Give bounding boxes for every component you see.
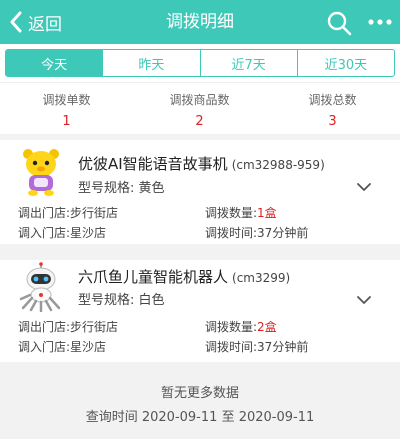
out-store-label: 调出门店: [18, 320, 71, 334]
chevron-down-icon[interactable] [356, 295, 372, 305]
out-store-value: 步行街店 [70, 320, 119, 334]
quantity-value: 1盒 [257, 206, 277, 220]
stat-label: 调拨总数 [308, 93, 357, 107]
product-code: (cm32988-959) [231, 158, 325, 172]
out-store-value: 步行街店 [70, 206, 119, 220]
time-value: 37分钟前 [257, 340, 309, 354]
tab-last-7-days[interactable]: 近7天 [199, 50, 297, 76]
in-store: 调入门店:星沙店 [18, 224, 106, 241]
transfer-time: 调拨时间:37分钟前 [205, 338, 308, 355]
stat-label: 调拨单数 [42, 93, 91, 107]
tab-last-30-days[interactable]: 近30天 [296, 50, 394, 76]
product-spec: 型号规格: 白色 [78, 289, 165, 308]
query-date-from: 2020-09-11 [141, 410, 218, 425]
product-name-text: 六爪鱼儿童智能机器人 [78, 268, 229, 286]
in-store-value: 星沙店 [70, 226, 107, 240]
period-tabs-bar: 今天 昨天 近7天 近30天 [0, 44, 400, 82]
search-icon[interactable] [326, 10, 352, 36]
period-tabs: 今天 昨天 近7天 近30天 [5, 49, 395, 77]
product-image-yellow-bear [23, 149, 59, 196]
time-value: 37分钟前 [257, 226, 309, 240]
stat-value: 1 [62, 114, 71, 129]
stat-value: 3 [328, 114, 337, 129]
product-name-text: 优彼AI智能语音故事机 [78, 155, 228, 173]
spec-value: 白色 [138, 293, 165, 308]
in-store-value: 星沙店 [70, 340, 107, 354]
spec-label: 型号规格: [78, 293, 135, 308]
more-icon[interactable] [368, 14, 392, 30]
tab-yesterday[interactable]: 昨天 [102, 50, 199, 76]
transfer-item-card[interactable]: 六爪鱼儿童智能机器人 (cm3299) 型号规格: 白色 调出门店:步行街店 调拨… [0, 260, 400, 362]
stat-transfer-products: 调拨商品数 2 [133, 91, 266, 129]
in-store-label: 调入门店: [18, 340, 71, 354]
no-more-data-text: 暂无更多数据 [160, 386, 239, 401]
transfer-time: 调拨时间:37分钟前 [205, 224, 308, 241]
query-time-label: 查询时间 [85, 410, 138, 425]
query-date-to: 2020-09-11 [238, 410, 315, 425]
query-date-separator: 至 [221, 410, 235, 425]
nav-header: 返回 调拨明细 [0, 0, 400, 44]
product-name: 优彼AI智能语音故事机 (cm32988-959) [78, 153, 325, 174]
transfer-quantity: 调拨数量:1盒 [205, 204, 277, 221]
query-time: 查询时间 2020-09-11 至 2020-09-11 [0, 406, 400, 425]
time-label: 调拨时间: [205, 226, 258, 240]
quantity-value: 2盒 [257, 320, 277, 334]
stat-label: 调拨商品数 [169, 93, 230, 107]
in-store-label: 调入门店: [18, 226, 71, 240]
in-store: 调入门店:星沙店 [18, 338, 106, 355]
time-label: 调拨时间: [205, 340, 258, 354]
summary-stats: 调拨单数 1 调拨商品数 2 调拨总数 3 [0, 82, 400, 134]
out-store: 调出门店:步行街店 [18, 318, 118, 335]
spec-value: 黄色 [138, 181, 165, 196]
chevron-down-icon[interactable] [356, 182, 372, 192]
product-name: 六爪鱼儿童智能机器人 (cm3299) [78, 266, 290, 287]
stat-transfer-orders: 调拨单数 1 [0, 91, 133, 129]
product-image-white-robot [19, 262, 61, 312]
product-spec: 型号规格: 黄色 [78, 177, 165, 196]
transfer-item-card[interactable]: 优彼AI智能语音故事机 (cm32988-959) 型号规格: 黄色 调出门店:步… [0, 140, 400, 244]
transfer-quantity: 调拨数量:2盒 [205, 318, 277, 335]
stat-transfer-total: 调拨总数 3 [266, 91, 399, 129]
out-store: 调出门店:步行街店 [18, 204, 118, 221]
tab-today[interactable]: 今天 [6, 50, 103, 76]
out-store-label: 调出门店: [18, 206, 71, 220]
quantity-label: 调拨数量: [205, 206, 258, 220]
spec-label: 型号规格: [78, 181, 135, 196]
stat-value: 2 [195, 114, 204, 129]
product-code: (cm3299) [232, 271, 291, 285]
quantity-label: 调拨数量: [205, 320, 258, 334]
